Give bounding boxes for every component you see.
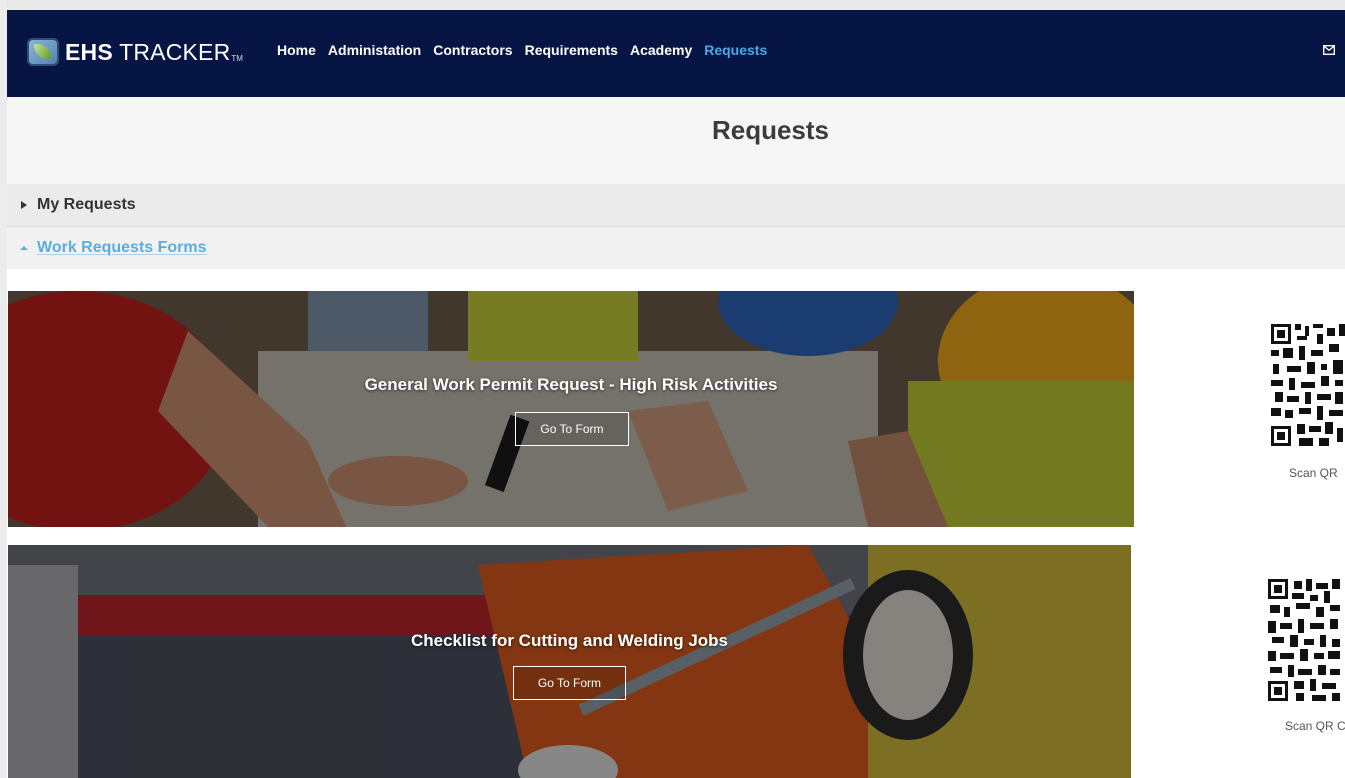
qr-scan-label: Scan QR <box>1289 466 1338 480</box>
form-title: General Work Permit Request - High Risk … <box>364 375 778 394</box>
top-navigation-bar: EHS TRACKER TM Home Administation Contra… <box>7 10 1345 97</box>
photo-overlay <box>8 545 1131 778</box>
nav-academy[interactable]: Academy <box>630 40 692 60</box>
logo-light-text: TRACKER <box>119 38 231 65</box>
window-left-edge <box>0 0 7 778</box>
go-to-form-button[interactable]: Go To Form <box>515 412 629 446</box>
page-title: Requests <box>711 115 830 145</box>
app-logo[interactable]: EHS TRACKER TM <box>27 32 243 72</box>
caret-up-icon <box>20 246 28 250</box>
form-card-cutting-welding: Checklist for Cutting and Welding Jobs G… <box>8 545 1131 778</box>
page-title-band: Requests <box>7 97 1345 184</box>
caret-right-icon <box>21 201 27 209</box>
nav-contractors[interactable]: Contractors <box>433 40 512 60</box>
mail-icon[interactable] <box>1323 45 1335 55</box>
section-my-requests[interactable]: My Requests <box>7 184 1345 227</box>
nav-requests[interactable]: Requests <box>704 40 767 60</box>
leaf-logo-icon <box>27 38 59 66</box>
logo-trademark: TM <box>231 54 243 63</box>
section-work-requests-forms[interactable]: Work Requests Forms <box>7 227 1345 269</box>
nav-administation[interactable]: Administation <box>328 40 421 60</box>
nav-home[interactable]: Home <box>277 40 316 60</box>
window-top-edge <box>0 0 1345 10</box>
photo-overlay <box>8 291 1134 527</box>
qr-code-icon[interactable] <box>1266 577 1342 703</box>
main-nav: Home Administation Contractors Requireme… <box>277 40 779 60</box>
form-title: Checklist for Cutting and Welding Jobs <box>410 631 729 650</box>
logo-wordmark: EHS TRACKER <box>65 39 230 66</box>
qr-scan-label: Scan QR C <box>1285 719 1345 733</box>
go-to-form-button[interactable]: Go To Form <box>513 666 626 700</box>
qr-code-icon[interactable] <box>1269 322 1345 448</box>
section-work-requests-forms-label: Work Requests Forms <box>37 239 207 256</box>
nav-requirements[interactable]: Requirements <box>525 40 618 60</box>
section-my-requests-label: My Requests <box>37 196 136 213</box>
form-card-general-work-permit: General Work Permit Request - High Risk … <box>8 291 1134 527</box>
logo-bold-text: EHS <box>65 38 113 65</box>
